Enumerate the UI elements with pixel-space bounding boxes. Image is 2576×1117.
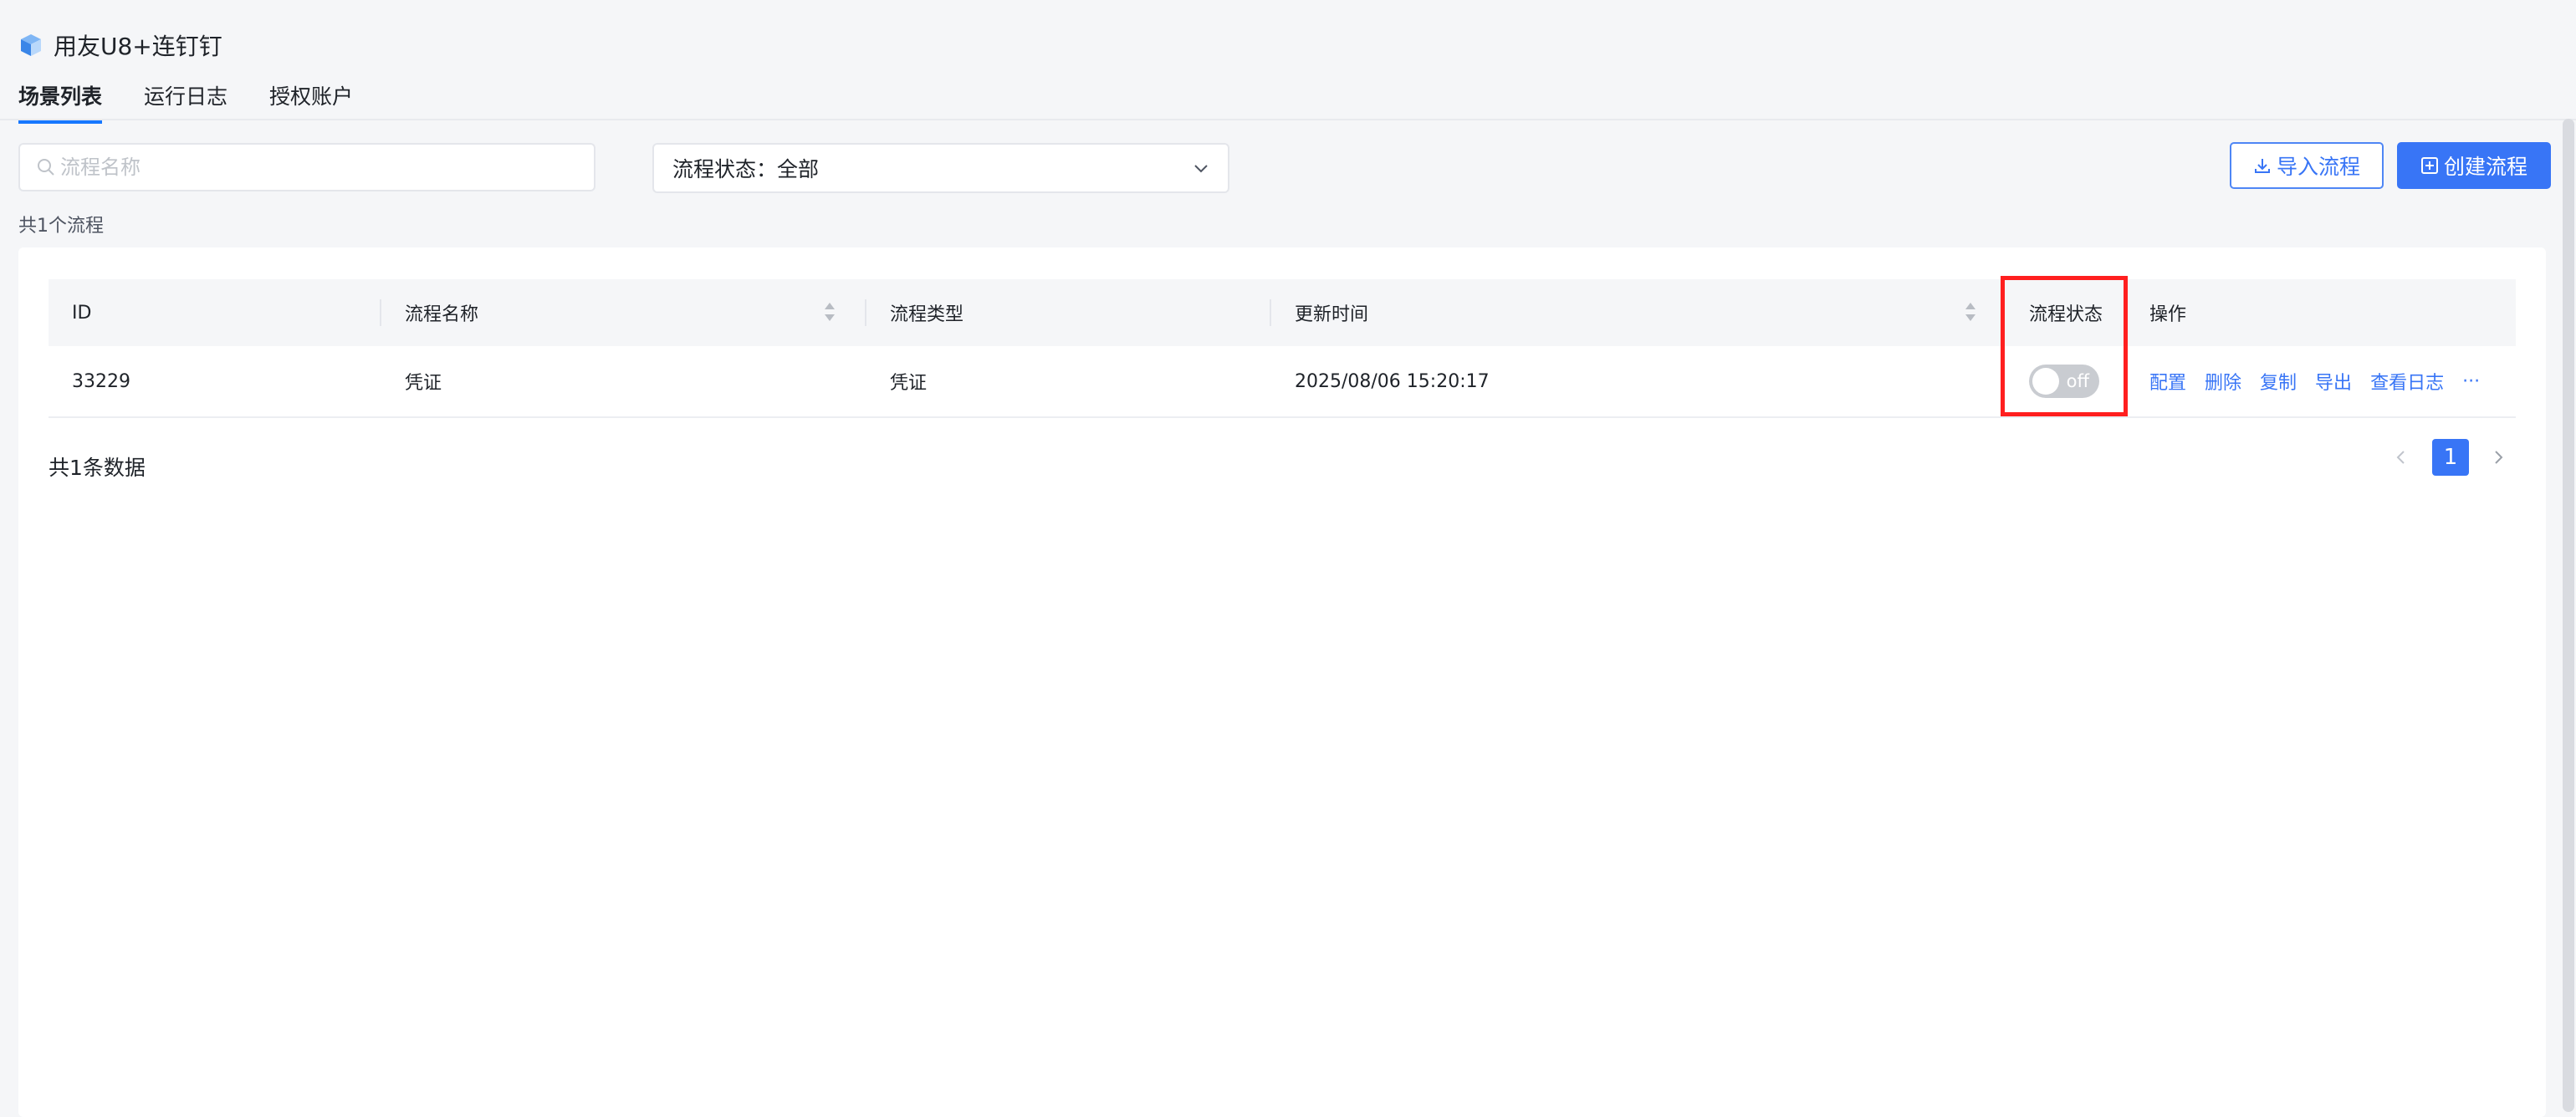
column-header-status: 流程状态 [2029,304,2103,325]
column-divider [380,299,381,326]
page-scrollbar[interactable] [2563,119,2574,1112]
column-header-id: ID [72,302,92,324]
plus-square-icon [2420,157,2438,174]
import-flow-label: 导入流程 [2276,155,2360,179]
column-header-type: 流程类型 [890,304,964,325]
cell-type: 凭证 [890,373,928,394]
tab-scene-list[interactable]: 场景列表 [18,80,103,124]
status-filter-value: 流程状态：全部 [672,157,820,181]
cube-logo-icon [21,34,41,56]
cell-updated: 2025/08/06 15:20:17 [1295,370,1490,392]
column-header-updated[interactable]: 更新时间 [1295,279,1368,346]
table-row: 33229 凭证 凭证 2025/08/06 15:20:17 [49,346,2516,418]
flow-count: 共1个流程 [18,216,104,237]
export-link[interactable]: 导出 [2315,368,2352,395]
prev-page-button[interactable] [2389,439,2414,476]
status-filter-select[interactable]: 流程状态：全部 [652,143,1229,193]
column-divider [865,299,866,326]
app-title: 用友U8+连钉钉 [18,28,222,62]
total-records: 共1条数据 [49,456,146,480]
page-header: 用友U8+连钉钉 场景列表 运行日志 授权账户 [0,0,2576,124]
chevron-left-icon [2396,451,2405,464]
chevron-right-icon [2495,451,2503,464]
sort-icon[interactable] [1964,299,1977,324]
toggle-label: off [2066,371,2089,391]
tab-auth-account[interactable]: 授权账户 [269,80,353,124]
create-flow-button[interactable]: 创建流程 [2397,142,2551,189]
search-icon [38,159,54,176]
tab-run-log[interactable]: 运行日志 [144,80,227,124]
page-number-button[interactable]: 1 [2432,439,2469,476]
import-flow-button[interactable]: 导入流程 [2230,142,2384,189]
cell-id: 33229 [72,370,130,392]
copy-link[interactable]: 复制 [2260,368,2297,395]
next-page-button[interactable] [2486,439,2511,476]
column-header-actions: 操作 [2149,304,2187,325]
view-log-link[interactable]: 查看日志 [2370,368,2444,395]
tab-bar: 场景列表 运行日志 授权账户 [18,80,353,124]
cell-name: 凭证 [405,373,442,394]
app-title-text: 用友U8+连钉钉 [54,33,222,60]
sort-icon[interactable] [823,299,836,324]
column-header-name[interactable]: 流程名称 [405,279,478,346]
delete-link[interactable]: 删除 [2205,368,2241,395]
row-actions: 配置 删除 复制 导出 查看日志 ··· [2149,346,2480,416]
create-flow-label: 创建流程 [2443,155,2527,179]
chevron-down-icon [1194,165,1208,173]
column-divider [1270,299,1271,326]
configure-link[interactable]: 配置 [2149,368,2186,395]
search-box [18,143,595,191]
table-header: ID 流程名称 流程类型 更新时间 流程状态 操作 [49,279,2516,346]
flow-status-toggle[interactable]: off [2029,365,2099,398]
more-actions-button[interactable]: ··· [2462,371,2480,392]
download-icon [2254,159,2270,173]
toggle-knob [2032,368,2059,395]
search-input[interactable] [59,155,594,180]
